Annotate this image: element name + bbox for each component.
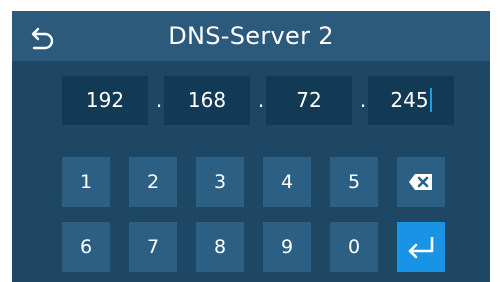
back-button[interactable] — [26, 20, 62, 54]
key-7[interactable]: 7 — [129, 222, 177, 272]
ip-octet-3-field[interactable]: 72 — [266, 76, 352, 125]
dns-server-screen: DNS-Server 2 192 . 168 . 72 . 245 1 2 3 … — [12, 11, 490, 282]
ip-octet-1-value: 192 — [85, 88, 125, 112]
key-4[interactable]: 4 — [263, 157, 311, 207]
key-2[interactable]: 2 — [129, 157, 177, 207]
key-1[interactable]: 1 — [62, 157, 110, 207]
ip-octet-3-value: 72 — [296, 88, 322, 112]
enter-key[interactable] — [397, 222, 445, 272]
header-bar: DNS-Server 2 — [12, 11, 490, 61]
backspace-key[interactable] — [397, 157, 445, 207]
ip-octet-2-field[interactable]: 168 — [164, 76, 250, 125]
enter-icon — [408, 237, 434, 259]
key-9[interactable]: 9 — [263, 222, 311, 272]
ip-octet-4-field[interactable]: 245 — [368, 76, 454, 125]
key-0[interactable]: 0 — [330, 222, 378, 272]
back-arrow-icon — [31, 27, 54, 50]
backspace-icon — [409, 174, 432, 190]
key-6[interactable]: 6 — [62, 222, 110, 272]
key-8[interactable]: 8 — [196, 222, 244, 272]
key-5[interactable]: 5 — [330, 157, 378, 207]
ip-octet-1-field[interactable]: 192 — [62, 76, 148, 125]
page-title: DNS-Server 2 — [168, 22, 334, 50]
ip-octet-2-value: 168 — [187, 88, 227, 112]
ip-octet-4-value: 245 — [390, 88, 429, 112]
text-caret — [429, 87, 432, 112]
key-3[interactable]: 3 — [196, 157, 244, 207]
